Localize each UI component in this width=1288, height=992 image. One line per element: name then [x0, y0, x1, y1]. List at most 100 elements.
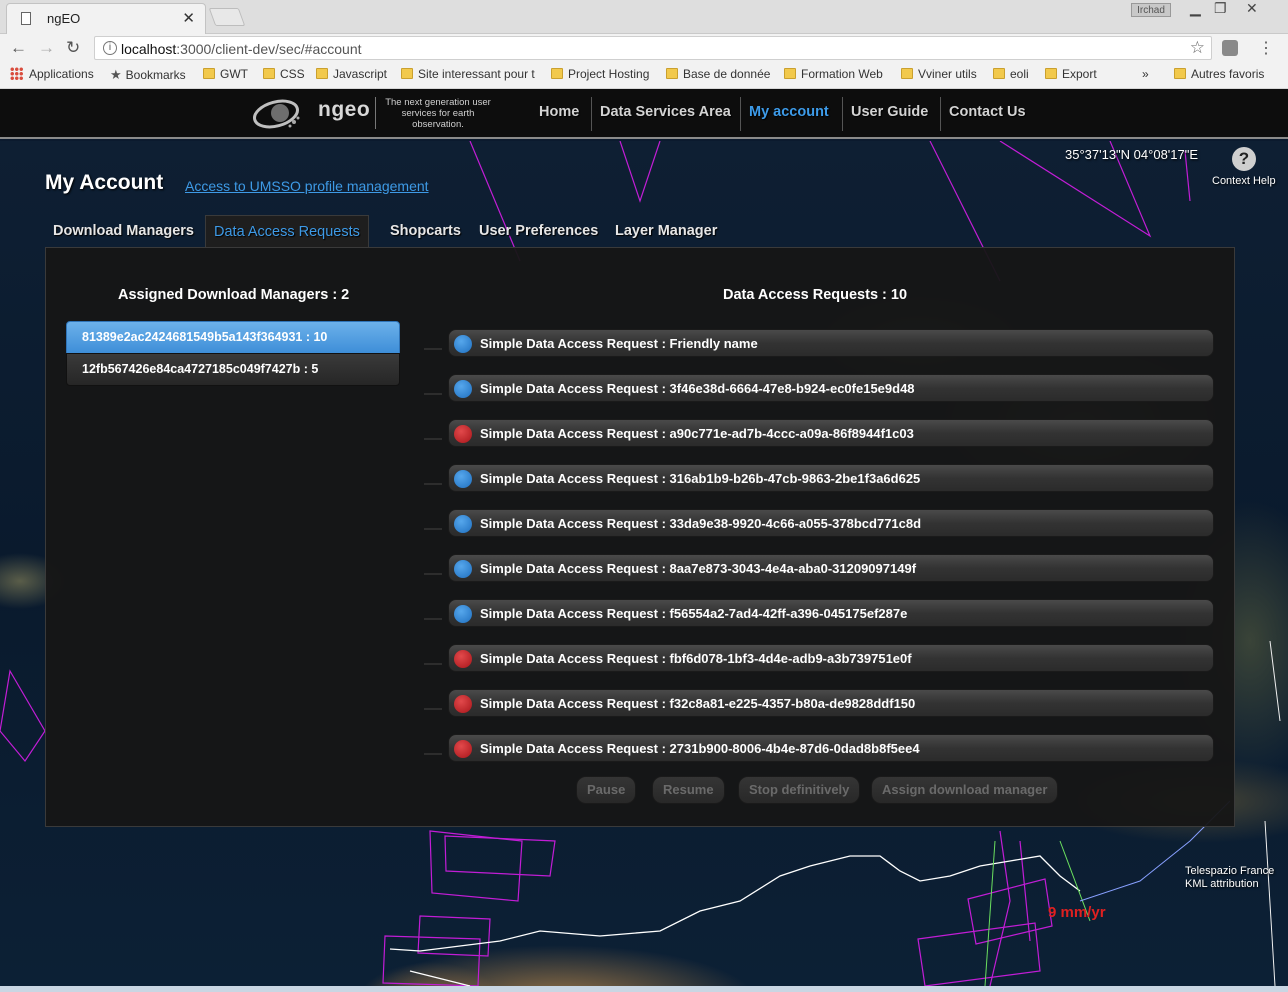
request-select-handle[interactable] [424, 573, 442, 575]
status-dot-icon [454, 515, 472, 533]
folder-icon [901, 68, 913, 79]
request-select-handle[interactable] [424, 483, 442, 485]
status-dot-icon [454, 695, 472, 713]
bookmark-label: Formation Web [801, 67, 883, 81]
request-select-handle[interactable] [424, 753, 442, 755]
browser-menu-icon[interactable]: ⋮ [1258, 38, 1274, 58]
status-dot-icon [454, 650, 472, 668]
nav-home[interactable]: Home [539, 104, 579, 120]
info-icon[interactable]: i [103, 41, 117, 55]
request-row[interactable]: Simple Data Access Request : 3f46e38d-66… [448, 374, 1214, 402]
request-row[interactable]: Simple Data Access Request : fbf6d078-1b… [448, 644, 1214, 672]
bookmark-css[interactable]: CSS [263, 67, 305, 81]
nav-contact-us[interactable]: Contact Us [949, 104, 1026, 120]
request-select-handle[interactable] [424, 393, 442, 395]
bookmark-star-icon[interactable]: ☆ [1190, 38, 1205, 58]
nav-divider [940, 97, 941, 131]
tab-download-managers[interactable]: Download Managers [45, 215, 202, 248]
browser-tab-strip: ngEO ✕ Irchad ▁ ❐ ✕ [0, 0, 1288, 34]
bookmark-autres-favoris[interactable]: Autres favoris [1174, 67, 1264, 81]
map-attribution: Telespazio France KML attribution [1185, 865, 1274, 891]
tab-shopcarts[interactable]: Shopcarts [382, 215, 469, 248]
request-select-handle[interactable] [424, 438, 442, 440]
request-select-handle[interactable] [424, 708, 442, 710]
nav-data-services-area[interactable]: Data Services Area [600, 104, 731, 120]
map-coordinates: 35°37'13"N 04°08'17"E [1065, 147, 1199, 162]
request-label: Simple Data Access Request : 33da9e38-99… [480, 516, 922, 531]
request-row[interactable]: Simple Data Access Request : Friendly na… [448, 329, 1214, 357]
nav-my-account[interactable]: My account [749, 104, 829, 120]
restore-icon[interactable]: ❐ [1214, 0, 1227, 17]
assign-download-manager-button[interactable]: Assign download manager [871, 776, 1059, 804]
request-row[interactable]: Simple Data Access Request : 316ab1b9-b2… [448, 464, 1214, 492]
bookmark-export[interactable]: Export [1045, 67, 1097, 81]
download-manager-item[interactable]: 81389e2ac2424681549b5a143f364931 : 10 [66, 321, 400, 354]
new-tab-button[interactable] [208, 8, 246, 26]
bookmarks-bar: Applications ★ Bookmarks GWT CSS Javascri… [0, 62, 1288, 89]
request-row[interactable]: Simple Data Access Request : 2731b900-80… [448, 734, 1214, 762]
bookmark-bookmarks[interactable]: ★ Bookmarks [110, 67, 186, 83]
bookmark-vviner-utils[interactable]: Vviner utils [901, 67, 977, 81]
bookmark-eoli[interactable]: eoli [993, 67, 1029, 81]
browser-tab-title: ngEO [47, 11, 81, 26]
request-row[interactable]: Simple Data Access Request : 33da9e38-99… [448, 509, 1214, 537]
pause-button[interactable]: Pause [576, 776, 637, 804]
request-select-handle[interactable] [424, 348, 442, 350]
request-label: Simple Data Access Request : f32c8a81-e2… [480, 696, 916, 711]
status-dot-icon [454, 335, 472, 353]
data-access-requests-heading: Data Access Requests : 10 [723, 287, 908, 303]
request-label: Simple Data Access Request : 3f46e38d-66… [480, 381, 915, 396]
window-close-icon[interactable]: ✕ [1246, 0, 1258, 17]
request-label: Simple Data Access Request : Friendly na… [480, 336, 758, 351]
minimize-icon[interactable]: ▁ [1190, 0, 1201, 17]
bookmark-base-de-donnee[interactable]: Base de donnée [666, 67, 770, 81]
status-dot-icon [454, 740, 472, 758]
browser-tab[interactable]: ngEO ✕ [6, 3, 206, 34]
request-row[interactable]: Simple Data Access Request : 8aa7e873-30… [448, 554, 1214, 582]
bookmark-formation-web[interactable]: Formation Web [784, 67, 883, 81]
more-bookmarks-button[interactable]: » [1142, 67, 1149, 81]
extension-icon[interactable] [1222, 40, 1238, 56]
reload-icon[interactable]: ↻ [66, 38, 80, 58]
resume-button[interactable]: Resume [652, 776, 725, 804]
bookmark-project-hosting[interactable]: Project Hosting [551, 67, 649, 81]
bookmark-label: Base de donnée [683, 67, 771, 81]
tab-data-access-requests[interactable]: Data Access Requests [205, 215, 369, 248]
forward-arrow-icon[interactable]: → [38, 38, 55, 58]
address-toolbar: ← → ↻ i localhost:3000/client-dev/sec/#a… [0, 34, 1288, 62]
request-select-handle[interactable] [424, 618, 442, 620]
bookmark-site-interessant[interactable]: Site interessant pour t [401, 67, 535, 81]
request-label: Simple Data Access Request : 2731b900-80… [480, 741, 920, 756]
bookmark-label: Project Hosting [568, 67, 650, 81]
request-row[interactable]: Simple Data Access Request : f32c8a81-e2… [448, 689, 1214, 717]
request-select-handle[interactable] [424, 528, 442, 530]
request-select-handle[interactable] [424, 663, 442, 665]
bookmark-label: Applications [29, 67, 94, 81]
tab-user-preferences[interactable]: User Preferences [471, 215, 606, 248]
context-help-label[interactable]: Context Help [1212, 175, 1276, 187]
request-label: Simple Data Access Request : 8aa7e873-30… [480, 561, 917, 576]
nav-user-guide[interactable]: User Guide [851, 104, 928, 120]
tab-layer-manager[interactable]: Layer Manager [607, 215, 725, 248]
close-tab-icon[interactable]: ✕ [182, 9, 195, 27]
nav-divider [740, 97, 741, 131]
bookmark-gwt[interactable]: GWT [203, 67, 248, 81]
back-arrow-icon[interactable]: ← [10, 38, 27, 58]
folder-icon [263, 68, 275, 79]
page-icon [21, 12, 31, 25]
request-row[interactable]: Simple Data Access Request : a90c771e-ad… [448, 419, 1214, 447]
bookmark-javascript[interactable]: Javascript [316, 67, 387, 81]
star-icon: ★ [110, 67, 122, 82]
bookmark-applications[interactable]: Applications [10, 67, 94, 81]
umsso-profile-link[interactable]: Access to UMSSO profile management [185, 178, 429, 194]
app-header: ngeo The next generation user services f… [0, 89, 1288, 139]
help-icon[interactable]: ? [1232, 147, 1256, 171]
request-row[interactable]: Simple Data Access Request : f56554a2-7a… [448, 599, 1214, 627]
download-manager-item[interactable]: 12fb567426e84ca4727185c049f7427b : 5 [66, 353, 400, 386]
folder-icon [401, 68, 413, 79]
url-field[interactable]: i localhost:3000/client-dev/sec/#account… [94, 36, 1212, 60]
stop-definitively-button[interactable]: Stop definitively [738, 776, 861, 804]
logo-tagline: The next generation user services for ea… [385, 97, 491, 130]
logo-text: ngeo [318, 98, 371, 121]
profile-badge[interactable]: Irchad [1131, 3, 1171, 17]
